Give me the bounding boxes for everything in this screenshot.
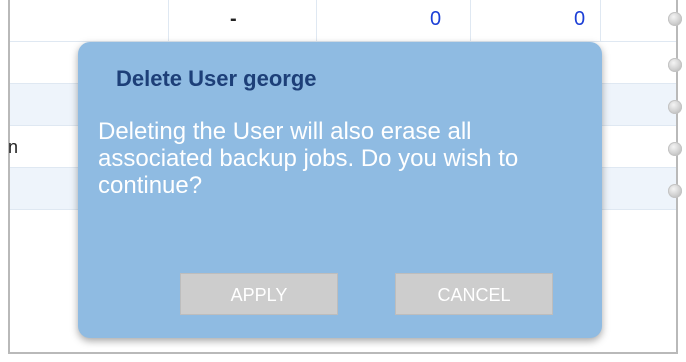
cancel-button[interactable]: CANCEL: [395, 273, 553, 315]
table-cell-count-link[interactable]: 0: [574, 8, 585, 31]
column-separator: [316, 0, 317, 41]
table-cell-count-link[interactable]: 0: [430, 8, 441, 31]
column-separator: [470, 0, 471, 41]
dialog-message: Deleting the User will also erase all as…: [98, 118, 519, 199]
delete-user-dialog: Delete User george Deleting the User wil…: [78, 42, 602, 338]
status-indicator-icon[interactable]: [668, 58, 682, 72]
status-indicator-icon[interactable]: [668, 12, 682, 26]
status-indicator-icon[interactable]: [668, 184, 682, 198]
column-separator: [600, 0, 601, 41]
column-separator: [168, 0, 169, 41]
dialog-title: Delete User george: [116, 66, 317, 91]
status-indicator-icon[interactable]: [668, 100, 682, 114]
apply-button[interactable]: APPLY: [180, 273, 338, 315]
table-row[interactable]: - 0 0: [10, 0, 682, 42]
status-indicator-icon[interactable]: [668, 142, 682, 156]
table-cell-dash: -: [230, 8, 237, 30]
